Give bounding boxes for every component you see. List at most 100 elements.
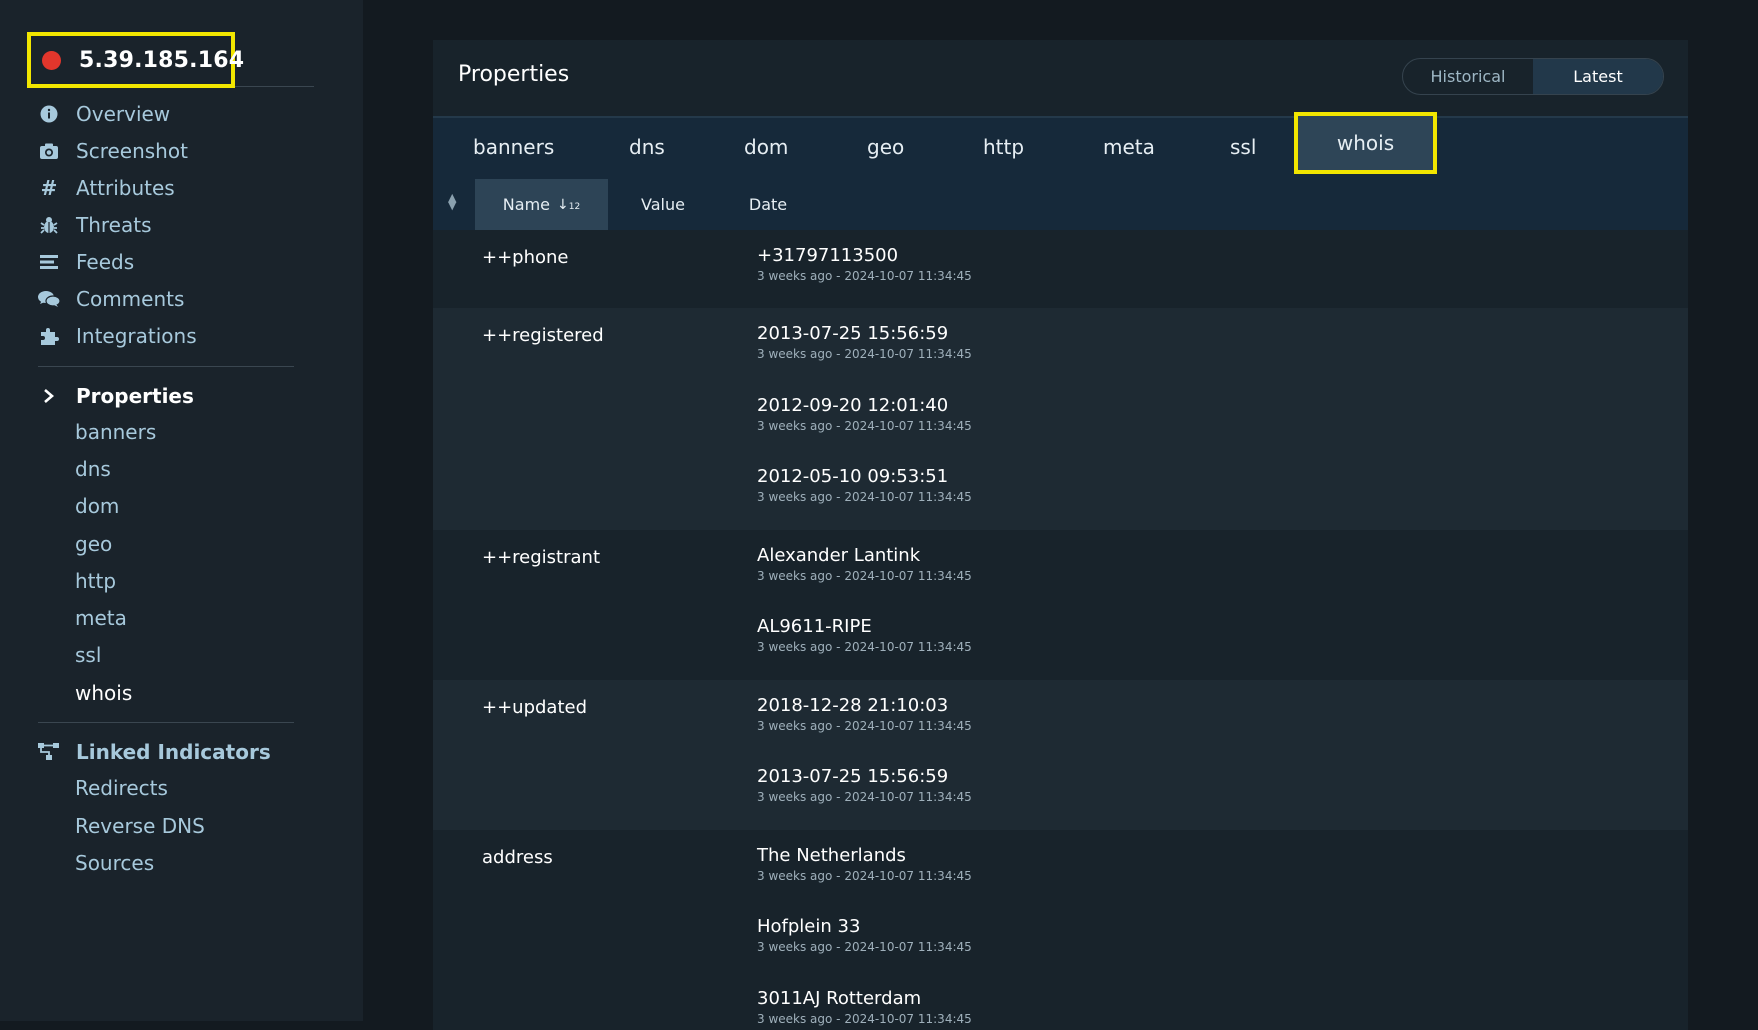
sidebar-item-dns[interactable]: dns xyxy=(75,454,111,484)
column-value[interactable]: Value xyxy=(608,179,718,230)
column-label: Name xyxy=(502,195,550,214)
chevron-right-icon xyxy=(38,388,60,404)
tab-http[interactable]: http xyxy=(983,118,1024,176)
property-tabs: banners dns dom geo http meta ssl whois xyxy=(433,112,1688,178)
value-entry: 2013-07-25 15:56:59 3 weeks ago - 2024-1… xyxy=(757,323,972,361)
column-label: Date xyxy=(748,195,788,214)
properties-panel: Properties Historical Latest banners dns… xyxy=(433,40,1688,1030)
host-ip: 5.39.185.164 xyxy=(79,47,245,73)
value-entry: +31797113500 3 weeks ago - 2024-10-07 11… xyxy=(757,245,972,283)
tab-ssl[interactable]: ssl xyxy=(1230,118,1256,176)
value-entry: 2012-05-10 09:53:51 3 weeks ago - 2024-1… xyxy=(757,466,972,504)
value-text: 2018-12-28 21:10:03 xyxy=(757,695,949,716)
value-date: 3 weeks ago - 2024-10-07 11:34:45 xyxy=(757,640,972,654)
value-date: 3 weeks ago - 2024-10-07 11:34:45 xyxy=(757,269,972,283)
whois-table: ++phone +31797113500 3 weeks ago - 2024-… xyxy=(433,230,1688,1030)
value-entry: AL9611-RIPE 3 weeks ago - 2024-10-07 11:… xyxy=(757,616,972,654)
row-name: ++registered xyxy=(482,325,604,346)
value-date: 3 weeks ago - 2024-10-07 11:34:45 xyxy=(757,719,972,733)
divider xyxy=(235,86,314,87)
nav-comments[interactable]: Comments xyxy=(38,284,184,314)
nav-integrations[interactable]: Integrations xyxy=(38,321,197,351)
nav-label: Screenshot xyxy=(76,139,188,163)
value-date: 3 weeks ago - 2024-10-07 11:34:45 xyxy=(757,490,972,504)
row-name: ++registrant xyxy=(482,547,601,568)
value-entry: 2018-12-28 21:10:03 3 weeks ago - 2024-1… xyxy=(757,695,972,733)
value-entry: 3011AJ Rotterdam 3 weeks ago - 2024-10-0… xyxy=(757,988,972,1026)
value-entry: 2013-07-25 15:56:59 3 weeks ago - 2024-1… xyxy=(757,766,972,804)
list-icon xyxy=(38,251,60,273)
column-date[interactable]: Date xyxy=(718,179,818,230)
value-entry: The Netherlands 3 weeks ago - 2024-10-07… xyxy=(757,845,972,883)
host-header[interactable]: 5.39.185.164 xyxy=(27,32,244,88)
sidebar-item-geo[interactable]: geo xyxy=(75,529,112,559)
table-row: address The Netherlands 3 weeks ago - 20… xyxy=(433,830,1688,1030)
sidebar-item-http[interactable]: http xyxy=(75,566,116,596)
value-text: AL9611-RIPE xyxy=(757,616,872,637)
network-icon xyxy=(38,743,60,761)
table-row: ++registered 2013-07-25 15:56:59 3 weeks… xyxy=(433,308,1688,530)
hash-icon: # xyxy=(40,176,58,200)
toggle-latest[interactable]: Latest xyxy=(1533,59,1663,94)
camera-icon xyxy=(38,140,60,162)
row-name: ++updated xyxy=(482,697,588,718)
value-text: 2013-07-25 15:56:59 xyxy=(757,766,949,787)
tab-dom[interactable]: dom xyxy=(744,118,788,176)
view-toggle: Historical Latest xyxy=(1402,58,1664,95)
value-entry: Alexander Lantink 3 weeks ago - 2024-10-… xyxy=(757,545,972,583)
section-label: Properties xyxy=(76,384,194,408)
value-text: 2012-09-20 12:01:40 xyxy=(757,395,949,416)
tab-geo[interactable]: geo xyxy=(867,118,904,176)
nav-properties[interactable]: Properties xyxy=(38,381,194,411)
nav-label: Integrations xyxy=(76,324,197,348)
sidebar-item-meta[interactable]: meta xyxy=(75,603,127,633)
sidebar-item-redirects[interactable]: Redirects xyxy=(75,773,168,803)
value-text: Hofplein 33 xyxy=(757,916,861,937)
toggle-historical[interactable]: Historical xyxy=(1403,59,1533,94)
nav-overview[interactable]: Overview xyxy=(38,99,170,129)
tab-meta[interactable]: meta xyxy=(1103,118,1155,176)
info-circle-icon xyxy=(38,103,60,125)
nav-attributes[interactable]: # Attributes xyxy=(38,173,175,203)
column-name[interactable]: Name ↓12 xyxy=(475,179,608,230)
value-date: 3 weeks ago - 2024-10-07 11:34:45 xyxy=(757,940,972,954)
value-text: +31797113500 xyxy=(757,245,899,266)
value-date: 3 weeks ago - 2024-10-07 11:34:45 xyxy=(757,790,972,804)
sort-asc-icon: ↓12 xyxy=(557,196,581,213)
value-date: 3 weeks ago - 2024-10-07 11:34:45 xyxy=(757,569,972,583)
page-title: Properties xyxy=(458,62,570,87)
nav-linked-indicators[interactable]: Linked Indicators xyxy=(38,737,271,767)
sidebar-item-dom[interactable]: dom xyxy=(75,491,119,521)
row-name: ++phone xyxy=(482,247,569,268)
status-dot-icon xyxy=(42,50,61,70)
sidebar-item-banners[interactable]: banners xyxy=(75,417,156,447)
value-entry: Hofplein 33 3 weeks ago - 2024-10-07 11:… xyxy=(757,916,972,954)
nav-screenshot[interactable]: Screenshot xyxy=(38,136,188,166)
sidebar-item-whois[interactable]: whois xyxy=(75,678,132,708)
sidebar-item-ssl[interactable]: ssl xyxy=(75,640,101,670)
divider xyxy=(38,722,294,723)
table-header: ▲ ▼ Name ↓12 Value Date xyxy=(433,176,1688,230)
table-row: ++updated 2018-12-28 21:10:03 3 weeks ag… xyxy=(433,680,1688,830)
tab-whois[interactable]: whois xyxy=(1294,112,1437,174)
sidebar-item-reverse-dns[interactable]: Reverse DNS xyxy=(75,811,205,841)
nav-label: Comments xyxy=(76,287,185,311)
tab-banners[interactable]: banners xyxy=(473,118,554,176)
tab-dns[interactable]: dns xyxy=(629,118,665,176)
nav-label: Overview xyxy=(76,102,171,126)
value-date: 3 weeks ago - 2024-10-07 11:34:45 xyxy=(757,869,972,883)
puzzle-icon xyxy=(38,325,60,347)
divider xyxy=(38,366,294,367)
table-row: ++phone +31797113500 3 weeks ago - 2024-… xyxy=(433,230,1688,308)
nav-threats[interactable]: Threats xyxy=(38,210,152,240)
nav-feeds[interactable]: Feeds xyxy=(38,247,134,277)
sidebar-item-sources[interactable]: Sources xyxy=(75,848,154,878)
value-text: Alexander Lantink xyxy=(757,545,921,566)
section-label: Linked Indicators xyxy=(76,740,271,764)
bug-icon xyxy=(38,214,60,236)
sidebar: 5.39.185.164 Overview Screenshot # Attri… xyxy=(0,0,363,1021)
sort-toggle-icon[interactable]: ▲ ▼ xyxy=(448,192,456,211)
table-row: ++registrant Alexander Lantink 3 weeks a… xyxy=(433,530,1688,680)
nav-label: Threats xyxy=(76,213,152,237)
value-text: 3011AJ Rotterdam xyxy=(757,988,922,1009)
